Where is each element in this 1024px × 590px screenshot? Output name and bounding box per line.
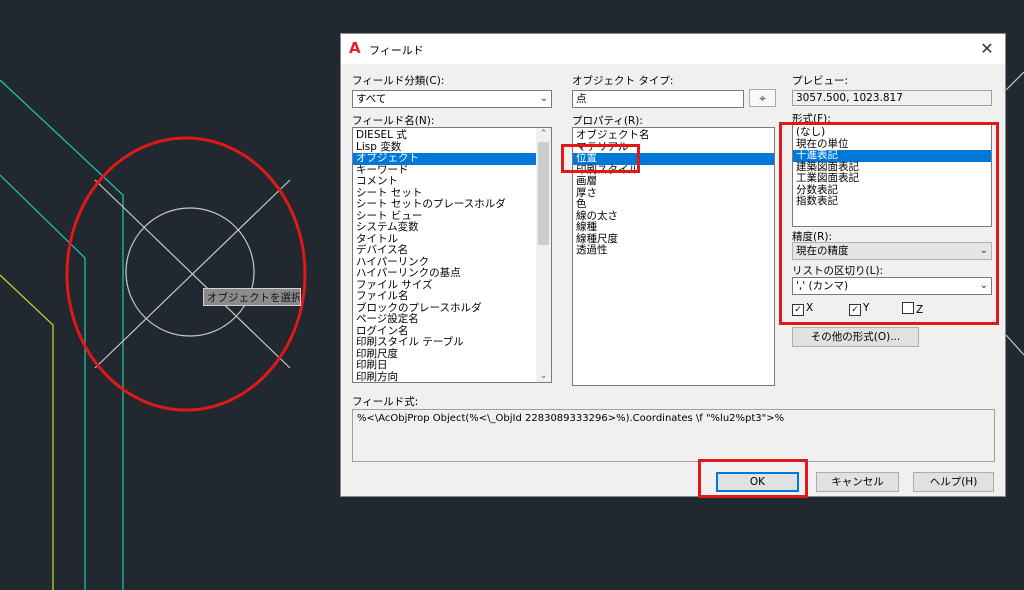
field-name-item[interactable]: システム変数	[353, 221, 536, 234]
checkbox-y-box[interactable]: ✓	[849, 304, 861, 316]
property-item[interactable]: 画層	[573, 175, 774, 188]
cancel-button[interactable]: キャンセル	[816, 472, 899, 492]
checkbox-z-box[interactable]	[902, 302, 914, 314]
property-item[interactable]: 厚さ	[573, 187, 774, 200]
checkbox-x-box[interactable]: ✓	[792, 304, 804, 316]
field-category-label: フィールド分類(C):	[352, 75, 445, 87]
property-label: プロパティ(R):	[572, 115, 643, 127]
format-item[interactable]: 工業図面表記	[793, 172, 991, 185]
field-name-item[interactable]: 印刷スタイル テーブル	[353, 336, 536, 349]
other-format-button[interactable]: その他の形式(O)...	[792, 327, 919, 347]
separator-value: ',' (カンマ)	[796, 280, 849, 292]
format-list[interactable]: (なし) 現在の単位 十進表記 建築図面表記 工業図面表記 分数表記 指数表記	[792, 124, 992, 227]
format-item[interactable]: 十進表記	[793, 149, 991, 162]
checkbox-z-label: Z	[916, 304, 924, 316]
field-dialog: A フィールド ✕ フィールド分類(C): すべて ⌄ フィールド名(N): D…	[340, 33, 1006, 498]
field-name-item[interactable]: DIESEL 式	[353, 129, 536, 142]
property-item[interactable]: 位置	[573, 152, 774, 165]
select-object-tooltip: オブジェクトを選択:	[203, 288, 301, 306]
autocad-logo-icon: A	[349, 39, 361, 57]
scroll-thumb[interactable]	[538, 142, 549, 245]
field-name-item[interactable]: シート セットのプレースホルダ	[353, 198, 536, 211]
preview-label: プレビュー:	[792, 75, 849, 87]
property-item[interactable]: 透過性	[573, 244, 774, 257]
property-item[interactable]: 色	[573, 198, 774, 211]
checkbox-x-label: X	[806, 302, 814, 314]
property-item[interactable]: 印刷スタイル	[573, 164, 774, 177]
select-object-button[interactable]: ⌖	[749, 89, 776, 107]
canvas-line-right	[1005, 71, 1024, 91]
property-item[interactable]: オブジェクト名	[573, 129, 774, 142]
format-item[interactable]: 指数表記	[793, 195, 991, 208]
format-item[interactable]: (なし)	[793, 126, 991, 139]
field-name-item[interactable]: 印刷日	[353, 359, 536, 372]
separator-label: リストの区切り(L):	[792, 265, 884, 277]
red-highlight-ellipse	[65, 136, 307, 412]
object-type-label: オブジェクト タイプ:	[572, 75, 674, 87]
field-name-item[interactable]: 印刷方向	[353, 371, 536, 382]
field-category-select[interactable]: すべて ⌄	[352, 90, 552, 108]
chevron-down-icon: ⌄	[539, 93, 548, 104]
field-names-scrollbar[interactable]: ⌃ ⌄	[536, 128, 551, 382]
ok-button[interactable]: OK	[716, 472, 799, 492]
checkbox-y[interactable]: ✓ Y	[849, 302, 869, 316]
field-name-item[interactable]: ファイル名	[353, 290, 536, 303]
property-item[interactable]: 線種	[573, 221, 774, 234]
object-type-value: 点	[576, 93, 587, 105]
field-name-item[interactable]: コメント	[353, 175, 536, 188]
scroll-down-icon[interactable]: ⌄	[536, 370, 551, 382]
checkbox-x[interactable]: ✓ X	[792, 302, 813, 316]
field-category-value: すべて	[356, 93, 387, 105]
property-list[interactable]: オブジェクト名 マテリアル 位置 印刷スタイル 画層 厚さ色線の太さ 線種 線種尺度 透過性	[572, 127, 775, 386]
field-names-label: フィールド名(N):	[352, 115, 435, 127]
field-name-item[interactable]: デバイス名	[353, 244, 536, 257]
checkbox-y-label: Y	[863, 302, 870, 314]
field-name-item[interactable]: オブジェクト	[353, 152, 536, 165]
dialog-titlebar: A フィールド ✕	[341, 34, 1005, 64]
chevron-down-icon: ⌄	[979, 245, 988, 256]
field-expression[interactable]: %<\AcObjProp Object(%<\_ObjId 2283089333…	[352, 409, 995, 462]
separator-select[interactable]: ',' (カンマ) ⌄	[792, 277, 992, 295]
property-item[interactable]: 線の太さ	[573, 210, 774, 223]
cyan-polyline	[0, 79, 124, 590]
canvas-line-right-2	[1005, 334, 1024, 356]
chevron-down-icon: ⌄	[979, 280, 988, 291]
field-name-item[interactable]: ハイパーリンクの基点	[353, 267, 536, 280]
property-item[interactable]: マテリアル	[573, 141, 774, 154]
close-icon[interactable]: ✕	[969, 34, 1005, 64]
object-type-field[interactable]: 点	[572, 90, 744, 108]
yellow-polyline	[0, 274, 54, 590]
preview-value: 3057.500, 1023.817	[792, 90, 992, 106]
checkbox-z[interactable]: Z	[902, 302, 923, 316]
field-name-item[interactable]: ページ設定名	[353, 313, 536, 326]
precision-value: 現在の精度	[796, 245, 849, 257]
precision-select[interactable]: 現在の精度 ⌄	[792, 242, 992, 260]
field-expression-label: フィールド式:	[352, 396, 419, 408]
field-names-list[interactable]: DIESEL 式 Lisp 変数 オブジェクト キーワード コメント シート セット シート…	[352, 127, 552, 383]
help-button[interactable]: ヘルプ(H)	[913, 472, 994, 492]
scroll-up-icon[interactable]: ⌃	[536, 128, 551, 140]
dialog-title: フィールド	[369, 44, 424, 57]
